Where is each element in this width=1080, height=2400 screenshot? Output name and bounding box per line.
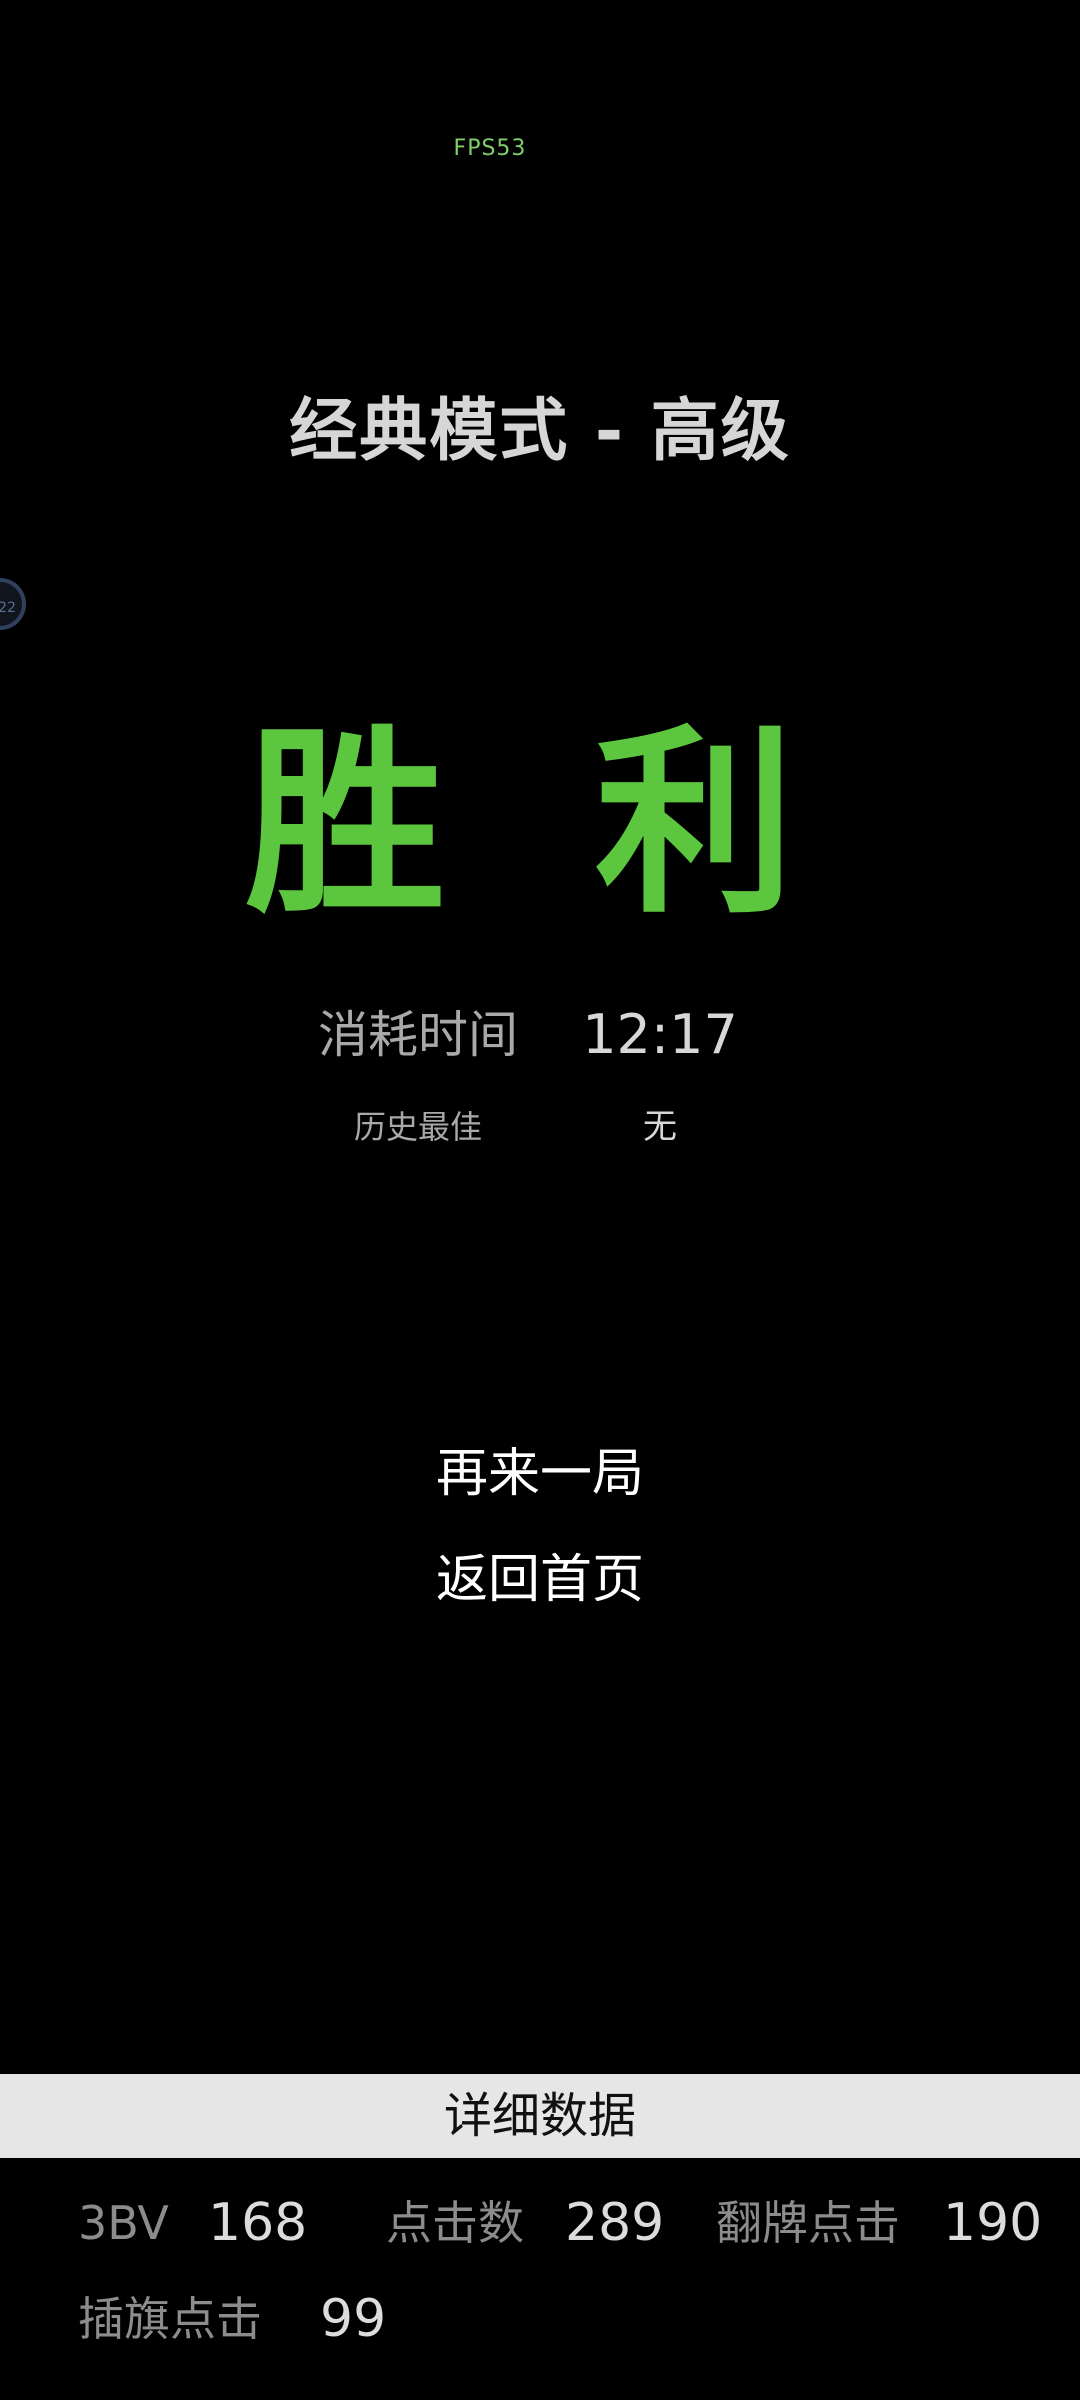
time-used-row: 消耗时间 12:17 [0,1000,1080,1070]
best-record-label: 历史最佳 [353,1108,482,1146]
reveal-clicks-label: 翻牌点击 [716,2196,900,2250]
flag-clicks-label: 插旗点击 [78,2292,262,2346]
time-used-value: 12:17 [582,1003,738,1066]
flag-clicks-value: 99 [320,2289,387,2349]
clicks-value: 289 [565,2193,665,2253]
game-mode-title: 经典模式 - 高级 [289,392,791,471]
detail-data-header[interactable]: 详细数据 [0,2074,1080,2158]
reveal-clicks-value: 190 [943,2193,1043,2253]
clicks-label: 点击数 [386,2196,524,2250]
play-again-button[interactable]: 再来一局 [390,1434,690,1514]
result-victory-text: 胜 利 [245,708,835,941]
bv-label: 3BV [78,2196,169,2250]
back-home-button[interactable]: 返回首页 [390,1540,690,1620]
time-used-label: 消耗时间 [318,1006,518,1064]
best-record-row: 历史最佳 无 [0,1102,1080,1152]
bv-value: 168 [208,2193,308,2253]
fps-counter: FPS53 [453,136,527,161]
floating-assistant-bubble[interactable]: 22 [0,578,26,630]
best-record-value: 无 [643,1107,677,1147]
